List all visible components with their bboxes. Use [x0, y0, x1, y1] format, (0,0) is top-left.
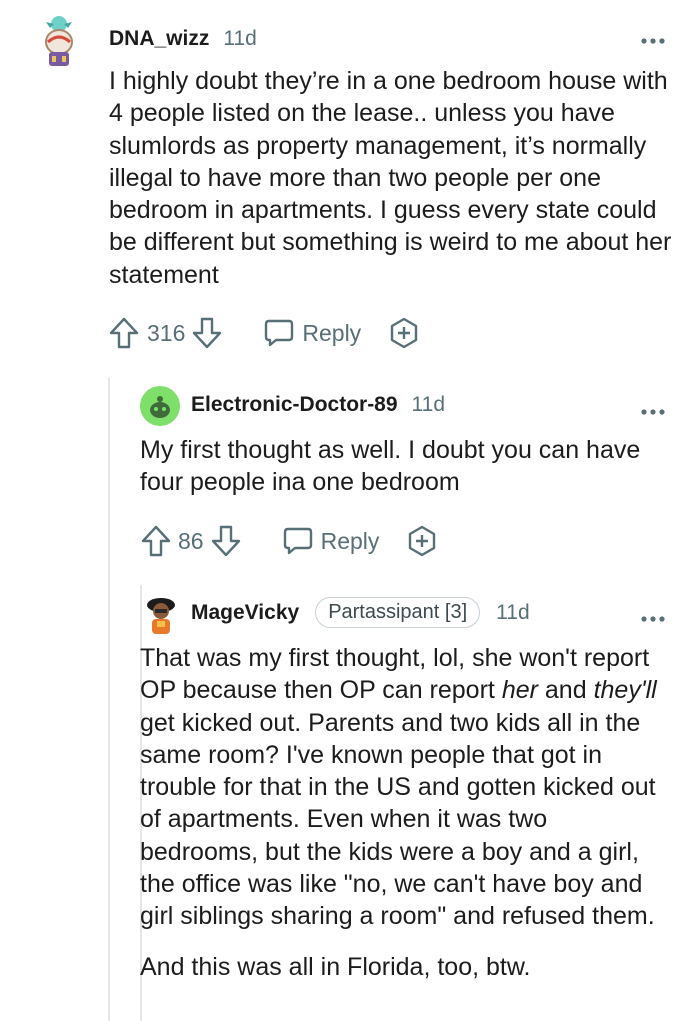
more-options-icon[interactable] [640, 606, 666, 629]
avatar[interactable] [143, 594, 179, 641]
comment-text: That was my first thought, lol, she won'… [140, 642, 670, 933]
reply-bubble-icon [263, 318, 295, 348]
username[interactable]: Electronic-Doctor-89 [191, 393, 398, 417]
reply-bubble-icon [282, 526, 314, 556]
timestamp: 11d [223, 27, 257, 50]
comment-text-paragraph-2: And this was all in Florida, too, btw. [140, 952, 531, 981]
reply-label: Reply [320, 527, 380, 554]
more-options-icon[interactable] [640, 28, 666, 51]
reply-button[interactable]: Reply [282, 526, 380, 556]
vote-count: 316 [147, 319, 186, 346]
vote-count: 86 [178, 527, 204, 554]
thread-line [108, 378, 110, 1021]
comment-text: My first thought as well. I doubt you ca… [140, 436, 641, 497]
comment-header: MageVicky Partassipant [3] 11d [191, 597, 530, 628]
username[interactable]: MageVicky [191, 601, 299, 625]
award-plus-icon[interactable] [405, 524, 439, 558]
reply-button[interactable]: Reply [263, 318, 361, 348]
text-segment: get kicked out. Parents and two kids all… [140, 708, 656, 931]
text-segment: and [537, 676, 594, 705]
timestamp: 11d [496, 600, 530, 624]
comment-header: DNA_wizz 11d [109, 27, 257, 51]
comment-actions: 86 Reply [140, 524, 439, 558]
avatar[interactable] [140, 386, 180, 431]
user-flair: Partassipant [3] [315, 597, 481, 628]
comment-body: I highly doubt they’re in a one bedroom … [109, 65, 684, 291]
text-segment-italic: her [501, 676, 538, 705]
upvote-arrow-icon[interactable] [108, 316, 140, 350]
upvote-arrow-icon[interactable] [140, 524, 172, 558]
downvote-arrow-icon[interactable] [191, 316, 223, 350]
downvote-arrow-icon[interactable] [210, 524, 242, 558]
reply-label: Reply [302, 319, 362, 346]
comment-body: That was my first thought, lol, she won'… [140, 642, 670, 983]
text-segment-italic: they'll [593, 676, 657, 705]
comment-header: Electronic-Doctor-89 11d [191, 393, 445, 417]
timestamp: 11d [411, 393, 446, 416]
comment-actions: 316 Reply [108, 316, 421, 350]
avatar[interactable] [38, 12, 80, 75]
username[interactable]: DNA_wizz [109, 27, 209, 51]
award-plus-icon[interactable] [387, 316, 421, 350]
more-options-icon[interactable] [640, 399, 666, 422]
comment-text: I highly doubt they’re in a one bedroom … [109, 67, 672, 289]
comment-body: My first thought as well. I doubt you ca… [140, 434, 660, 499]
